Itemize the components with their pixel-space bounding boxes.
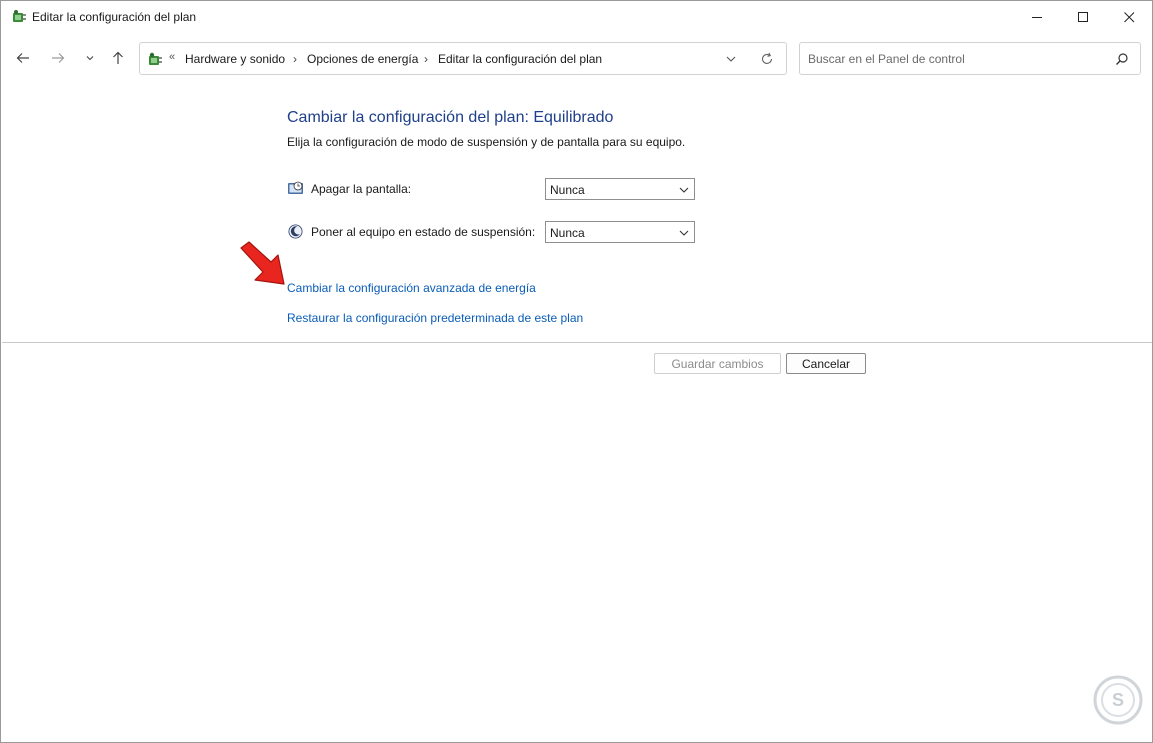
search-box[interactable]	[799, 42, 1141, 75]
arrow-right-icon	[52, 53, 65, 63]
up-button[interactable]	[107, 47, 129, 69]
minimize-button[interactable]	[1014, 1, 1060, 33]
breadcrumb-hardware[interactable]: Hardware y sonido	[185, 52, 285, 66]
sleep-label: Poner al equipo en estado de suspensión:	[311, 225, 536, 239]
power-options-icon	[13, 10, 26, 22]
address-history-button[interactable]	[724, 53, 738, 65]
recent-locations-button[interactable]	[79, 47, 101, 69]
chevron-down-icon	[726, 56, 736, 62]
refresh-icon	[761, 52, 773, 64]
chevron-down-icon	[679, 187, 689, 193]
display-clock-icon	[288, 181, 303, 194]
search-input[interactable]	[808, 51, 1108, 67]
restore-defaults-link[interactable]: Restaurar la configuración predeterminad…	[287, 311, 583, 325]
divider	[2, 342, 1152, 343]
maximize-icon	[1077, 11, 1088, 22]
refresh-button[interactable]	[759, 51, 775, 67]
title-bar: Editar la configuración del plan	[1, 1, 1152, 33]
minimize-icon	[1031, 16, 1042, 18]
save-changes-button[interactable]: Guardar cambios	[654, 353, 781, 374]
turn-off-display-label: Apagar la pantalla:	[311, 182, 412, 196]
search-icon[interactable]	[1115, 52, 1129, 66]
svg-text:S: S	[1112, 690, 1124, 710]
arrow-left-icon	[16, 53, 29, 63]
address-bar[interactable]: « Hardware y sonido › Opciones de energí…	[139, 42, 787, 75]
cancel-button[interactable]: Cancelar	[786, 353, 866, 374]
page-description: Elija la configuración de modo de suspen…	[287, 135, 686, 149]
control-panel-icon	[149, 52, 162, 65]
maximize-button[interactable]	[1060, 1, 1106, 33]
advanced-power-settings-link[interactable]: Cambiar la configuración avanzada de ene…	[287, 281, 536, 295]
back-button[interactable]	[12, 47, 34, 69]
turn-off-display-select[interactable]: Nunca	[545, 178, 695, 200]
watermark-logo-icon: S	[1093, 675, 1143, 725]
sleep-moon-icon	[288, 224, 303, 239]
turn-off-display-value: Nunca	[550, 183, 585, 197]
red-arrow-annotation-icon	[240, 241, 285, 285]
forward-button[interactable]	[47, 47, 69, 69]
breadcrumb-separator-icon[interactable]: ›	[293, 52, 297, 66]
window-title: Editar la configuración del plan	[32, 10, 197, 24]
control-panel-window: Editar la configuración del plan « Hardw…	[0, 0, 1153, 743]
arrow-up-icon	[113, 51, 123, 64]
breadcrumb-power-options[interactable]: Opciones de energía	[307, 52, 418, 66]
chevron-down-icon	[86, 56, 94, 61]
navigation-bar: « Hardware y sonido › Opciones de energí…	[1, 37, 1152, 79]
close-icon	[1123, 11, 1134, 22]
chevron-down-icon	[679, 230, 689, 236]
close-button[interactable]	[1106, 1, 1152, 33]
breadcrumb-overflow-icon[interactable]: «	[169, 51, 175, 63]
sleep-select[interactable]: Nunca	[545, 221, 695, 243]
breadcrumb-separator-icon[interactable]: ›	[424, 52, 428, 66]
sleep-value: Nunca	[550, 226, 585, 240]
breadcrumb-edit-plan[interactable]: Editar la configuración del plan	[438, 52, 602, 66]
page-title: Cambiar la configuración del plan: Equil…	[287, 109, 614, 126]
